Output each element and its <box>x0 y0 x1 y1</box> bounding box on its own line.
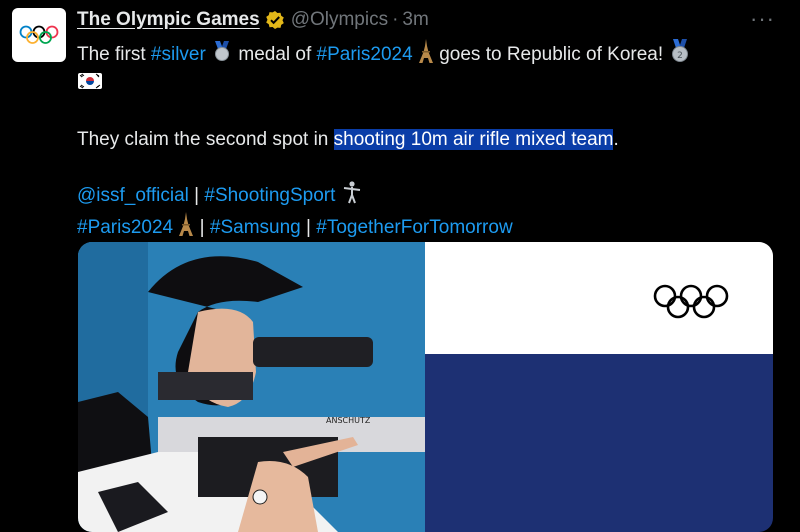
hashtag-togetherfortomorrow[interactable]: #TogetherForTomorrow <box>316 217 512 238</box>
tweet-line-5: #Paris2024 | #Samsung | #TogetherForTomo… <box>77 212 782 244</box>
shooter-icon <box>341 180 363 212</box>
separator: | <box>194 217 210 239</box>
text-segment: . <box>613 129 619 150</box>
selected-text[interactable]: shooting 10m air rifle mixed team <box>333 129 614 150</box>
timestamp[interactable]: 3m <box>402 9 428 31</box>
more-icon[interactable]: ··· <box>750 6 775 32</box>
tweet-media[interactable]: ANSCHUTZ <box>78 242 773 532</box>
text-segment: medal of <box>233 44 317 66</box>
medal-2-icon: 2 <box>668 39 692 71</box>
account-name[interactable]: The Olympic Games <box>77 9 260 31</box>
hashtag-silver[interactable]: #silver <box>151 44 206 65</box>
hashtag-samsung[interactable]: #Samsung <box>210 217 301 238</box>
korea-flag-icon <box>77 71 103 99</box>
photo-illustration: ANSCHUTZ <box>78 242 428 532</box>
silver-medal-icon <box>211 40 233 70</box>
olympic-rings-icon <box>19 25 59 44</box>
hashtag-paris2024[interactable]: #Paris2024 <box>317 44 413 65</box>
flag-blue-band <box>425 354 773 532</box>
hashtag-shootingsport[interactable]: #ShootingSport <box>204 185 335 206</box>
shooter-photo: ANSCHUTZ <box>78 242 428 532</box>
tweet-line-2 <box>77 71 782 99</box>
tweet-text: The first #silver medal of #Paris2024 go… <box>77 39 782 244</box>
mention-issf-official[interactable]: @issf_official <box>77 185 189 206</box>
svg-text:2: 2 <box>678 51 684 61</box>
separator: | <box>188 185 205 207</box>
olympic-rings-icon <box>653 284 729 319</box>
tweet-line-1: The first #silver medal of #Paris2024 go… <box>77 39 782 71</box>
verified-badge-icon <box>265 10 285 30</box>
tweet-header: The Olympic Games @Olympics · 3m <box>77 9 429 31</box>
separator: | <box>300 217 317 239</box>
photo-brand-text: ANSCHUTZ <box>326 416 371 425</box>
tweet-line-3: They claim the second spot in shooting 1… <box>77 126 782 153</box>
eiffel-tower-icon <box>178 212 194 244</box>
text-segment: The first <box>77 44 151 66</box>
text-segment: goes to Republic of Korea! <box>433 44 669 66</box>
hashtag-paris2024[interactable]: #Paris2024 <box>77 217 173 238</box>
avatar[interactable] <box>12 8 66 62</box>
eiffel-tower-icon <box>418 39 434 71</box>
tweet-line-4: @issf_official | #ShootingSport <box>77 180 782 212</box>
account-handle[interactable]: @Olympics <box>291 9 388 31</box>
separator-dot: · <box>392 9 399 30</box>
text-segment: They claim the second spot in <box>77 129 334 150</box>
